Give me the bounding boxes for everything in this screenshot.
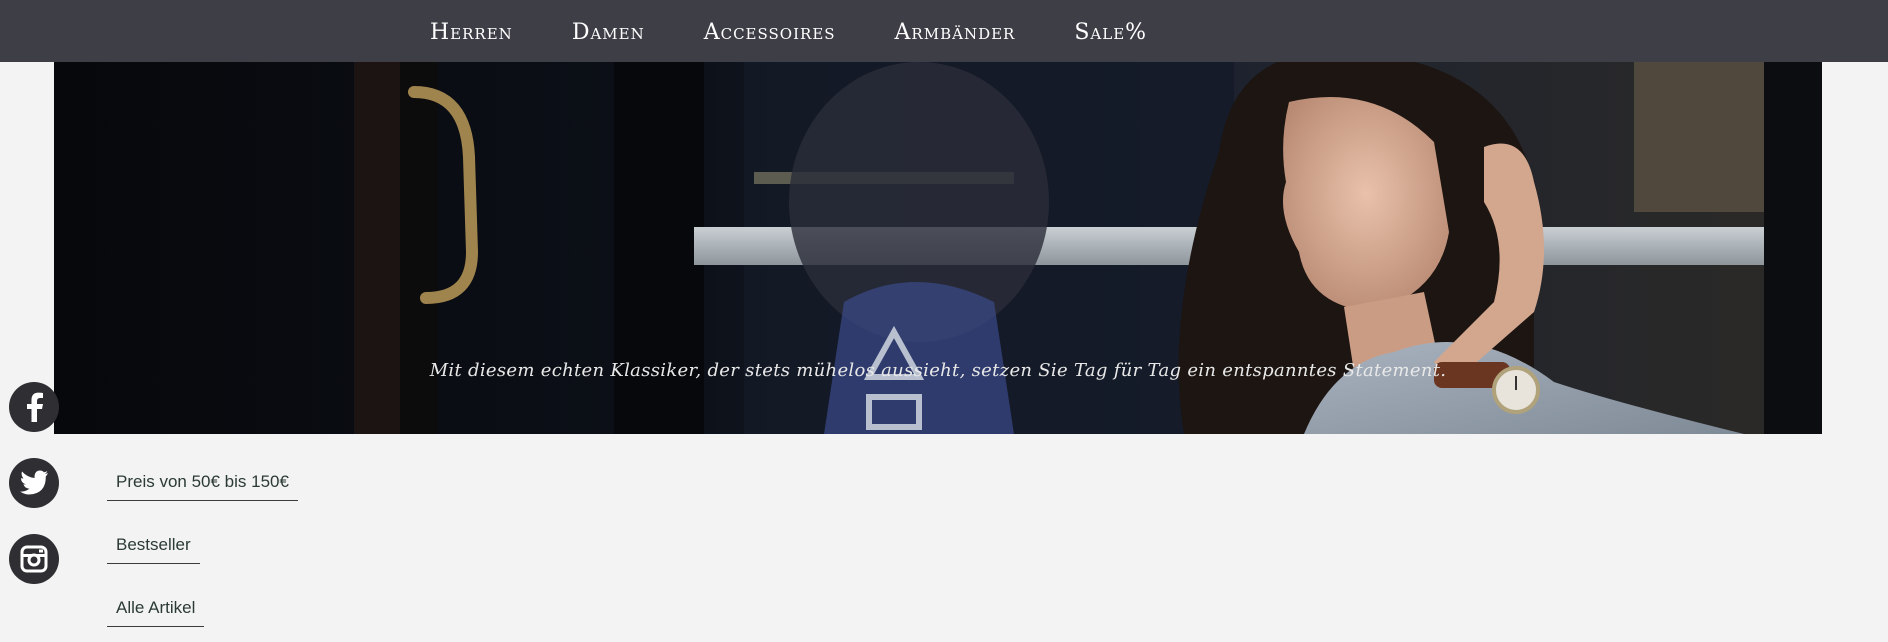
nav-item-damen: Damen <box>572 18 645 45</box>
instagram-icon <box>20 545 48 573</box>
nav-link-sale[interactable]: Sale% <box>1074 18 1147 45</box>
top-navigation: Herren Damen Accessoires Armbänder Sale% <box>0 0 1888 62</box>
nav-item-armbaender: Armbänder <box>895 18 1016 45</box>
nav-link-herren[interactable]: Herren <box>430 18 513 45</box>
nav-item-sale: Sale% <box>1074 18 1147 45</box>
facebook-icon <box>27 392 43 422</box>
nav-list: Herren Damen Accessoires Armbänder Sale% <box>430 0 1206 62</box>
twitter-link[interactable] <box>9 458 59 508</box>
page: Herren Damen Accessoires Armbänder Sale% <box>0 0 1888 642</box>
nav-item-herren: Herren <box>430 18 513 45</box>
hero-caption: Mit diesem echten Klassiker, der stets m… <box>429 360 1447 381</box>
filter-price-link[interactable]: Preis von 50€ bis 150€ <box>107 472 298 501</box>
instagram-link[interactable] <box>9 534 59 584</box>
hero-banner: Mit diesem echten Klassiker, der stets m… <box>54 62 1822 434</box>
filter-all-articles-link[interactable]: Alle Artikel <box>107 598 205 627</box>
nav-link-accessoires[interactable]: Accessoires <box>704 18 836 45</box>
nav-link-armbaender[interactable]: Armbänder <box>895 18 1016 45</box>
facebook-link[interactable] <box>9 382 59 432</box>
filter-bestseller-link[interactable]: Bestseller <box>107 535 200 564</box>
nav-link-damen[interactable]: Damen <box>572 18 645 45</box>
nav-item-accessoires: Accessoires <box>704 18 836 45</box>
twitter-icon <box>20 470 48 495</box>
